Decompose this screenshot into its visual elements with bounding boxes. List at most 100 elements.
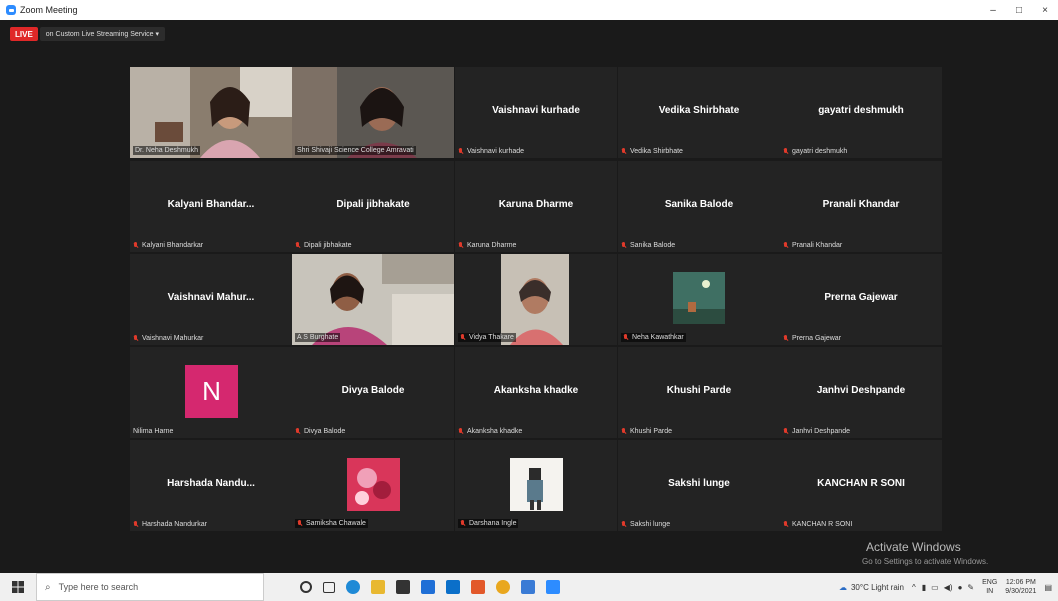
participant-name-label: Akanksha khadke (458, 428, 522, 435)
participant-display-name: Kalyani Bhandar... (167, 199, 255, 210)
participant-tile[interactable]: N Nilima Harne (130, 347, 292, 438)
close-button[interactable]: × (1032, 0, 1058, 20)
edge-icon[interactable] (346, 580, 360, 594)
mic-muted-icon (623, 334, 629, 341)
lang-region: IN (986, 588, 994, 595)
participant-display-name: Vaishnavi kurhade (492, 105, 580, 116)
participant-name-label: Neha Kawathkar (621, 333, 686, 342)
mic-muted-icon (783, 521, 789, 528)
participant-tile[interactable]: Sakshi lunge Sakshi lunge (618, 440, 780, 531)
window-title: Zoom Meeting (20, 5, 78, 15)
participant-tile[interactable]: Vaishnavi kurhade Vaishnavi kurhade (455, 67, 617, 158)
mail-icon[interactable] (421, 580, 435, 594)
store-icon[interactable] (396, 580, 410, 594)
weather-text[interactable]: 30°C Light rain (851, 583, 904, 592)
participant-tile[interactable]: A S Burghate (292, 254, 454, 345)
participant-name-text: Shri Shivaji Science College Amravati (297, 147, 414, 154)
network-icon[interactable]: ▭ (931, 583, 939, 592)
maximize-button[interactable]: □ (1006, 0, 1032, 20)
mic-muted-icon (133, 521, 139, 528)
participant-video (292, 440, 454, 531)
mic-muted-icon (783, 148, 789, 155)
participant-tile[interactable]: Harshada Nandu... Harshada Nandurkar (130, 440, 292, 531)
app-icon-arrow[interactable] (446, 580, 460, 594)
participant-name-text: Vedika Shirbhate (630, 148, 683, 155)
participant-name-text: Dr. Neha Deshmukh (135, 147, 199, 154)
mic-muted-icon (460, 334, 466, 341)
participant-tile[interactable]: Samiksha Chawale (292, 440, 454, 531)
participant-display-name: Pranali Khandar (822, 199, 900, 210)
participant-tile[interactable]: Pranali Khandar Pranali Khandar (780, 161, 942, 252)
participant-tile[interactable]: Darshana Ingle (455, 440, 617, 531)
participant-tile[interactable]: Dipali jibhakate Dipali jibhakate (292, 161, 454, 252)
app-icon-yellow[interactable] (371, 580, 385, 594)
participant-display-name: Vaishnavi Mahur... (167, 292, 255, 303)
windows-start-button[interactable] (0, 573, 36, 601)
participant-name-text: A S Burghate (297, 334, 339, 341)
participant-tile[interactable]: Dr. Neha Deshmukh (130, 67, 292, 158)
participant-name-text: Pranali Khandar (792, 242, 843, 249)
app-icon-blue[interactable] (521, 580, 535, 594)
live-stream-text[interactable]: on Custom Live Streaming Service ▾ (39, 27, 166, 41)
mic-muted-icon (783, 428, 789, 435)
participant-tile[interactable]: KANCHAN R SONI KANCHAN R SONI (780, 440, 942, 531)
live-stream-indicator[interactable]: LIVE on Custom Live Streaming Service ▾ (10, 26, 166, 42)
participant-name-text: Harshada Nandurkar (142, 521, 207, 528)
weather-icon[interactable]: ☁ (839, 583, 847, 592)
windows-taskbar: ⌕ Type here to search ☁ 30°C Light rain … (0, 573, 1058, 601)
minimize-button[interactable]: – (980, 0, 1006, 20)
battery-icon[interactable]: ▮ (922, 583, 926, 592)
participant-video (292, 67, 454, 158)
mic-muted-icon (621, 148, 627, 155)
participant-tile[interactable]: Shri Shivaji Science College Amravati (292, 67, 454, 158)
participant-name-text: Vaishnavi kurhade (467, 148, 525, 155)
participant-tile[interactable]: Kalyani Bhandar... Kalyani Bhandarkar (130, 161, 292, 252)
pen-icon[interactable]: ✎ (967, 583, 974, 592)
participant-display-name: Harshada Nandu... (167, 478, 255, 489)
mic-muted-icon (783, 335, 789, 342)
participant-name-text: Khushi Parde (630, 428, 673, 435)
participant-tile[interactable]: Divya Balode Divya Balode (292, 347, 454, 438)
participant-tile[interactable]: Neha Kawathkar (618, 254, 780, 345)
clock[interactable]: 12:06 PM 9/30/2021 (1005, 578, 1036, 596)
participant-name-label: Vaishnavi kurhade (458, 148, 524, 155)
cortana-icon[interactable] (300, 581, 312, 593)
windows-logo-icon (12, 581, 24, 593)
participant-name-label: Shri Shivaji Science College Amravati (295, 146, 416, 155)
participant-video (455, 440, 617, 531)
mic-muted-icon (297, 520, 303, 527)
app-icon-orange[interactable] (471, 580, 485, 594)
participant-display-name: Akanksha khadke (493, 385, 579, 396)
notifications-icon[interactable]: ▤ (1044, 583, 1052, 592)
window-titlebar: Zoom Meeting – □ × (0, 0, 1058, 20)
taskbar-apps (300, 580, 560, 594)
language-indicator[interactable]: ENG IN (982, 578, 997, 596)
chrome-icon[interactable] (496, 580, 510, 594)
app-tray-icon[interactable]: ● (958, 583, 963, 592)
participant-display-name: Prerna Gajewar (824, 292, 898, 303)
chevron-up-icon[interactable]: ^ (912, 583, 916, 592)
participant-name-text: Karuna Dharme (467, 242, 517, 249)
participant-display-name: gayatri deshmukh (818, 105, 904, 116)
participant-video (130, 67, 292, 158)
task-view-icon[interactable] (323, 581, 335, 593)
participant-tile[interactable]: gayatri deshmukh gayatri deshmukh (780, 67, 942, 158)
participant-tile[interactable]: Khushi Parde Khushi Parde (618, 347, 780, 438)
participant-name-text: Vaishnavi Mahurkar (142, 335, 204, 342)
avatar: N (185, 365, 238, 418)
taskbar-search-box[interactable]: ⌕ Type here to search (36, 573, 264, 601)
participant-tile[interactable]: Vidya Thakare (455, 254, 617, 345)
participant-tile[interactable]: Sanika Balode Sanika Balode (618, 161, 780, 252)
participant-tile[interactable]: Karuna Dharme Karuna Dharme (455, 161, 617, 252)
participant-tile[interactable]: Akanksha khadke Akanksha khadke (455, 347, 617, 438)
participant-tile[interactable]: Janhvi Deshpande Janhvi Deshpande (780, 347, 942, 438)
participant-name-text: Darshana Ingle (469, 520, 517, 527)
participant-name-text: Prerna Gajewar (792, 335, 842, 342)
participant-tile[interactable]: Vedika Shirbhate Vedika Shirbhate (618, 67, 780, 158)
zoom-taskbar-icon[interactable] (546, 580, 560, 594)
participant-tile[interactable]: Prerna Gajewar Prerna Gajewar (780, 254, 942, 345)
participant-name-label: Dipali jibhakate (295, 242, 351, 249)
participant-name-text: KANCHAN R SONI (792, 521, 853, 528)
participant-tile[interactable]: Vaishnavi Mahur... Vaishnavi Mahurkar (130, 254, 292, 345)
volume-icon[interactable]: ◀) (944, 583, 953, 592)
